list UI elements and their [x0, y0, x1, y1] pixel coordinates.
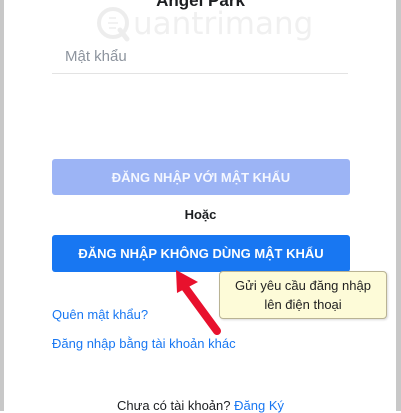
window-frame-left [0, 0, 4, 411]
tooltip-line-1: Gửi yêu cầu đăng nhập [235, 278, 371, 293]
or-divider: Hoặc [184, 207, 217, 222]
forgot-password-link[interactable]: Quên mật khẩu? [52, 307, 148, 322]
annotation-tooltip: Gửi yêu cầu đăng nhập lên điện thoại [219, 271, 387, 319]
watermark-text: uantrimang [133, 6, 314, 42]
other-account-link[interactable]: Đăng nhập bằng tài khoản khác [52, 336, 236, 351]
tooltip-line-2: lên điện thoại [264, 297, 342, 312]
login-with-password-button[interactable]: ĐĂNG NHẬP VỚI MẬT KHẨU [52, 159, 350, 195]
red-arrow-icon [176, 270, 221, 335]
password-input[interactable] [52, 40, 348, 74]
account-name: Angel Park [156, 0, 245, 10]
quantrimang-logo-icon [97, 7, 130, 42]
window-frame-right [396, 0, 401, 411]
